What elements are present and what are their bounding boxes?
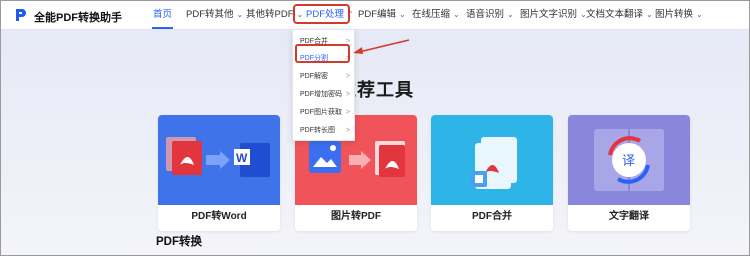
menu-item-pdf-to-long-image[interactable]: PDF转长图 > [293,122,354,140]
nav-item-image-convert[interactable]: 图片转换 ⌄ [655,1,703,29]
card-label: 图片转PDF [331,211,381,222]
tool-card-pdf-to-word[interactable]: W PDF转Word [158,115,280,231]
menu-item-pdf-add-password[interactable]: PDF增加密码 > [293,86,354,104]
menu-item-label: PDF转长图 [300,127,335,134]
chevron-right-icon: > [345,127,350,134]
tool-card-pdf-merge[interactable]: PDF合并 [431,115,553,231]
chevron-down-icon: ⌄ [453,10,460,19]
chevron-down-icon: ⌄ [646,10,653,19]
nav-item-online-compress[interactable]: 在线压缩 ⌄ [412,1,460,29]
nav-label: 图片文字识别 [520,9,578,20]
menu-item-label: PDF图片获取 [300,109,342,116]
annotation-arrow-icon [353,39,410,54]
translate-icon: 译 [568,115,690,205]
nav-label: 图片转换 [655,9,694,20]
tool-card-text-translate[interactable]: 译 文字翻译 [568,115,690,231]
annotation-box-nav [293,4,350,24]
nav-label: 在线压缩 [412,9,451,20]
nav-label: 文档文本翻译 [586,9,644,20]
nav-label: 其他转PDF [246,9,294,20]
section-title: PDF转换 [156,236,202,248]
nav-label: PDF转其他 [186,9,234,20]
menu-item-label: PDF增加密码 [300,91,342,98]
card-label: 文字翻译 [609,211,649,222]
nav-item-home[interactable]: 首页 [153,1,172,29]
browser-frame: 全能PDF转换助手 首页 PDF转其他 ⌄ 其他转PDF ⌄ PDF处理 ⌃ PDF编… [0,0,750,256]
active-nav-indicator [152,27,173,29]
svg-text:W: W [236,151,248,165]
chevron-down-icon: ⌄ [507,10,514,19]
top-navigation-bar: 全能PDF转换助手 首页 PDF转其他 ⌄ 其他转PDF ⌄ PDF处理 ⌃ PDF编… [1,1,749,30]
app-logo-icon[interactable] [13,7,29,23]
chevron-down-icon: ⌄ [236,10,244,19]
brand-name[interactable]: 全能PDF转换助手 [34,9,122,25]
card-label: PDF转Word [191,211,247,222]
pdf-merge-icon [431,115,553,205]
nav-item-pdf-edit[interactable]: PDF编辑 ⌄ [358,1,406,29]
nav-item-pdf-to-other[interactable]: PDF转其他 ⌄ [186,1,243,29]
menu-item-pdf-decrypt[interactable]: PDF解密 > [293,68,354,86]
chevron-right-icon: > [345,73,350,80]
chevron-down-icon: ⌄ [399,10,406,19]
nav-label: 语音识别 [466,9,505,20]
nav-label: 首页 [153,9,173,20]
pdf-to-word-icon: W [158,115,280,205]
nav-item-speech-recognition[interactable]: 语音识别 ⌄ [466,1,514,29]
nav-label: PDF编辑 [358,9,397,20]
menu-item-pdf-image-extract[interactable]: PDF图片获取 > [293,104,354,122]
annotation-box-menu-item [295,44,350,63]
hero-title: 推荐工具 [338,80,414,100]
chevron-right-icon: > [345,109,350,116]
nav-item-image-ocr[interactable]: 图片文字识别 ⌄ [520,1,587,29]
nav-item-document-translate[interactable]: 文档文本翻译 ⌄ [586,1,653,29]
chevron-down-icon: ⌄ [696,10,703,19]
chevron-right-icon: > [345,91,350,98]
svg-text:译: 译 [622,154,635,169]
menu-item-label: PDF解密 [300,73,328,80]
card-label: PDF合并 [472,211,512,222]
